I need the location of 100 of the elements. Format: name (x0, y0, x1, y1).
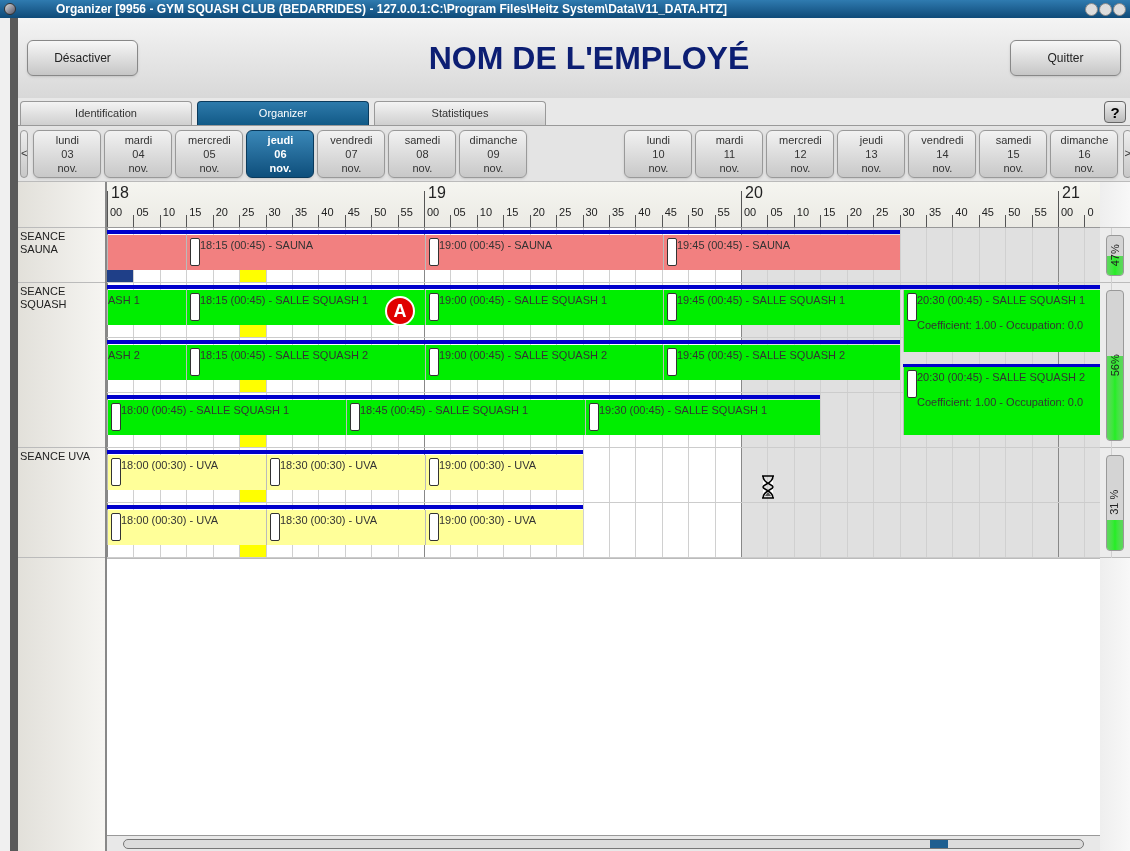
booking-block[interactable]: 18:15 (00:45) - SALLE SQUASH 2 (186, 345, 425, 380)
previous-button[interactable]: < (20, 129, 29, 178)
day-button[interactable]: samedi 15 nov. (979, 129, 1048, 178)
booking-block[interactable]: ASH 2 (107, 345, 186, 380)
booking-label: 19:45 (00:45) - SAUNA (677, 239, 791, 252)
booking-label: 18:15 (00:45) - SAUNA (200, 239, 314, 252)
booking-block[interactable]: 19:00 (00:30) - UVA (425, 510, 583, 545)
tab[interactable]: Identification (20, 101, 192, 125)
booking-label: ASH 2 (108, 349, 140, 362)
handle-icon[interactable] (667, 238, 677, 266)
handle-icon[interactable] (429, 238, 439, 266)
handle-icon[interactable] (190, 348, 200, 376)
booking-block[interactable]: 19:00 (00:45) - SAUNA (425, 235, 663, 270)
booking-label: 19:45 (00:45) - SALLE SQUASH 2 (677, 349, 846, 362)
booking-block[interactable]: 19:45 (00:45) - SALLE SQUASH 1 (663, 290, 900, 325)
day-button[interactable]: vendredi 14 nov. (908, 129, 977, 178)
horizontal-scrollbar[interactable] (107, 835, 1100, 851)
handle-icon[interactable] (429, 458, 439, 486)
minute-label: 55 (717, 206, 730, 219)
booking-block[interactable]: 19:00 (00:45) - SALLE SQUASH 1 (425, 290, 663, 325)
day-button[interactable]: vendredi 07 nov. (317, 129, 386, 178)
handle-icon[interactable] (429, 513, 439, 541)
handle-icon[interactable] (190, 293, 200, 321)
day-button[interactable]: jeudi 06 nov. (246, 129, 315, 178)
booking-label: 20:30 (00:45) - SALLE SQUASH 2 (917, 371, 1086, 384)
handle-icon[interactable] (350, 403, 360, 431)
resource-label: SEANCE SQUASH (20, 285, 68, 311)
minute-label: 30 (585, 206, 598, 219)
booking-block[interactable]: 18:00 (00:30) - UVA (107, 455, 266, 490)
day-button[interactable]: lundi 03 nov. (33, 129, 102, 178)
minute-label: 00 (427, 206, 440, 219)
handle-icon[interactable] (190, 238, 200, 266)
handle-icon[interactable] (111, 403, 121, 431)
minute-label: 45 (664, 206, 677, 219)
resource-label: SEANCE UVA (20, 450, 92, 463)
booking-block[interactable]: ASH 1 (107, 290, 186, 325)
page-heading: NOM DE L'EMPLOYÉ (427, 39, 751, 78)
help-button[interactable]: ? (1104, 101, 1126, 123)
minute-label: 25 (242, 206, 255, 219)
handle-icon[interactable] (907, 370, 917, 398)
maximize-button[interactable] (1099, 2, 1112, 16)
handle-icon[interactable] (429, 348, 439, 376)
booking-block[interactable]: 19:45 (00:45) - SAUNA (663, 235, 900, 270)
minute-label: 35 (928, 206, 942, 219)
booking-block[interactable]: 20:30 (00:45) - SALLE SQUASH 1 Coefficient: 1.00 - Occupation: 0.0 (903, 290, 1100, 352)
handle-icon[interactable] (270, 458, 280, 486)
minute-label: 05 (453, 206, 466, 219)
minute-label: 15 (823, 206, 836, 219)
now-marker (240, 270, 266, 282)
day-button[interactable]: mardi 04 nov. (104, 129, 173, 178)
booking-block[interactable]: 18:15 (00:45) - SAUNA (186, 235, 425, 270)
close-button[interactable] (1113, 2, 1126, 16)
booking-block[interactable]: 18:30 (00:30) - UVA (266, 510, 425, 545)
next-button[interactable]: > (1123, 129, 1130, 178)
minute-label: 35 (294, 206, 308, 219)
quit-button[interactable]: Quitter (1010, 40, 1121, 76)
booking-label: 19:00 (00:45) - SALLE SQUASH 1 (439, 294, 608, 307)
booking-label: 18:00 (00:30) - UVA (121, 459, 218, 472)
minute-label: 00 (1061, 206, 1074, 219)
booking-block[interactable]: 19:45 (00:45) - SALLE SQUASH 2 (663, 345, 900, 380)
day-button[interactable]: mardi 11 nov. (695, 129, 764, 178)
minute-label: 05 (770, 206, 783, 219)
booking-label: 18:30 (00:30) - UVA (280, 514, 377, 527)
handle-icon[interactable] (667, 348, 677, 376)
deactivate-button[interactable]: Désactiver (27, 40, 138, 76)
minute-label: 30 (902, 206, 915, 219)
tab[interactable]: Statistiques (374, 101, 546, 125)
handle-icon[interactable] (111, 513, 121, 541)
minimize-button[interactable] (1085, 2, 1098, 16)
handle-icon[interactable] (429, 293, 439, 321)
booking-block[interactable]: 18:45 (00:45) - SALLE SQUASH 1 (346, 400, 585, 435)
booking-label: 19:00 (00:45) - SALLE SQUASH 2 (439, 349, 608, 362)
booking-block[interactable]: 19:00 (00:30) - UVA (425, 455, 583, 490)
day-button[interactable]: mercredi 12 nov. (766, 129, 835, 178)
hour-label: 20 (745, 184, 763, 202)
day-button[interactable]: dimanche 09 nov. (459, 129, 528, 178)
tab[interactable]: Organizer (197, 101, 369, 125)
now-marker (240, 435, 266, 447)
booking-block[interactable]: 19:00 (00:45) - SALLE SQUASH 2 (425, 345, 663, 380)
day-button[interactable]: samedi 08 nov. (388, 129, 457, 178)
handle-icon[interactable] (907, 293, 917, 321)
booking-block[interactable]: 18:00 (00:30) - UVA (107, 510, 266, 545)
handle-icon[interactable] (270, 513, 280, 541)
booking-block[interactable]: 19:30 (00:45) - SALLE SQUASH 1 (585, 400, 820, 435)
booking-block[interactable]: 20:30 (00:45) - SALLE SQUASH 2 Coefficient: 1.00 - Occupation: 0.0 (903, 367, 1100, 435)
hour-label: 19 (428, 184, 446, 202)
day-button[interactable]: jeudi 13 nov. (837, 129, 906, 178)
minute-label: 50 (1008, 206, 1021, 219)
day-button[interactable]: dimanche 16 nov. (1050, 129, 1119, 178)
booking-block[interactable]: 18:30 (00:30) - UVA (266, 455, 425, 490)
hour-label: 21 (1062, 184, 1080, 202)
booking-label: 18:00 (00:45) - SALLE SQUASH 1 (121, 404, 290, 417)
handle-icon[interactable] (111, 458, 121, 486)
day-button[interactable]: lundi 10 nov. (624, 129, 693, 178)
booking-block[interactable]: 18:00 (00:45) - SALLE SQUASH 1 (107, 400, 346, 435)
handle-icon[interactable] (667, 293, 677, 321)
minute-label: 40 (955, 206, 968, 219)
day-button[interactable]: mercredi 05 nov. (175, 129, 244, 178)
now-marker (240, 490, 266, 502)
handle-icon[interactable] (589, 403, 599, 431)
